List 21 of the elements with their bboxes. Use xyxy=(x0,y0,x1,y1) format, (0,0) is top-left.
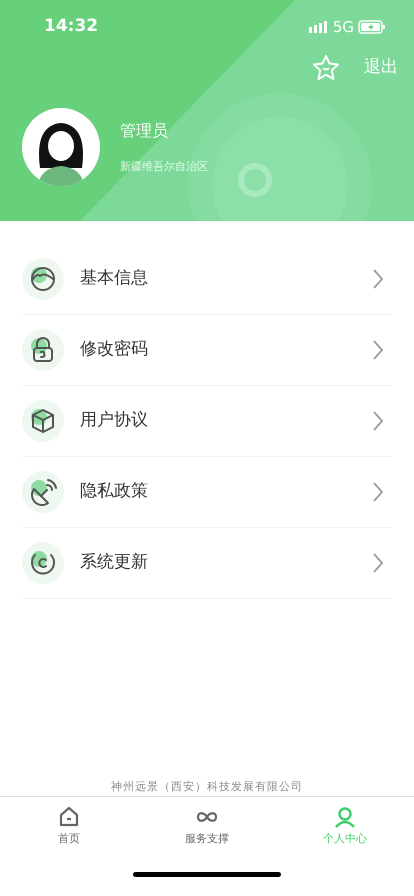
star-icon[interactable] xyxy=(312,54,340,81)
chevron-icon xyxy=(372,481,384,503)
tab[interactable]: 服务支撑 xyxy=(147,805,267,848)
person-icon xyxy=(333,805,357,830)
chevron-icon xyxy=(372,339,384,361)
menu-item[interactable]: 用户协议 xyxy=(22,386,392,457)
menu-item[interactable]: 基本信息 xyxy=(22,244,392,315)
menu-item[interactable]: 系统更新 xyxy=(22,528,392,599)
chevron-icon xyxy=(372,268,384,290)
status-time: 14:32 xyxy=(44,15,98,38)
battery-icon xyxy=(358,20,386,34)
user-name: 管理员 xyxy=(120,120,169,142)
company-name: 神州远景（西安）科技发展有限公司 xyxy=(111,780,303,793)
user-region: 新疆维吾尔自治区 xyxy=(120,158,208,175)
chevron-icon xyxy=(372,410,384,432)
menu-item[interactable]: 隐私政策 xyxy=(22,457,392,528)
chevron-icon xyxy=(372,552,384,574)
signal-icon xyxy=(308,21,329,33)
menu-item[interactable]: 修改密码 xyxy=(22,315,392,386)
network-label: 5G xyxy=(332,16,354,38)
tab[interactable]: 首页 xyxy=(9,805,129,848)
